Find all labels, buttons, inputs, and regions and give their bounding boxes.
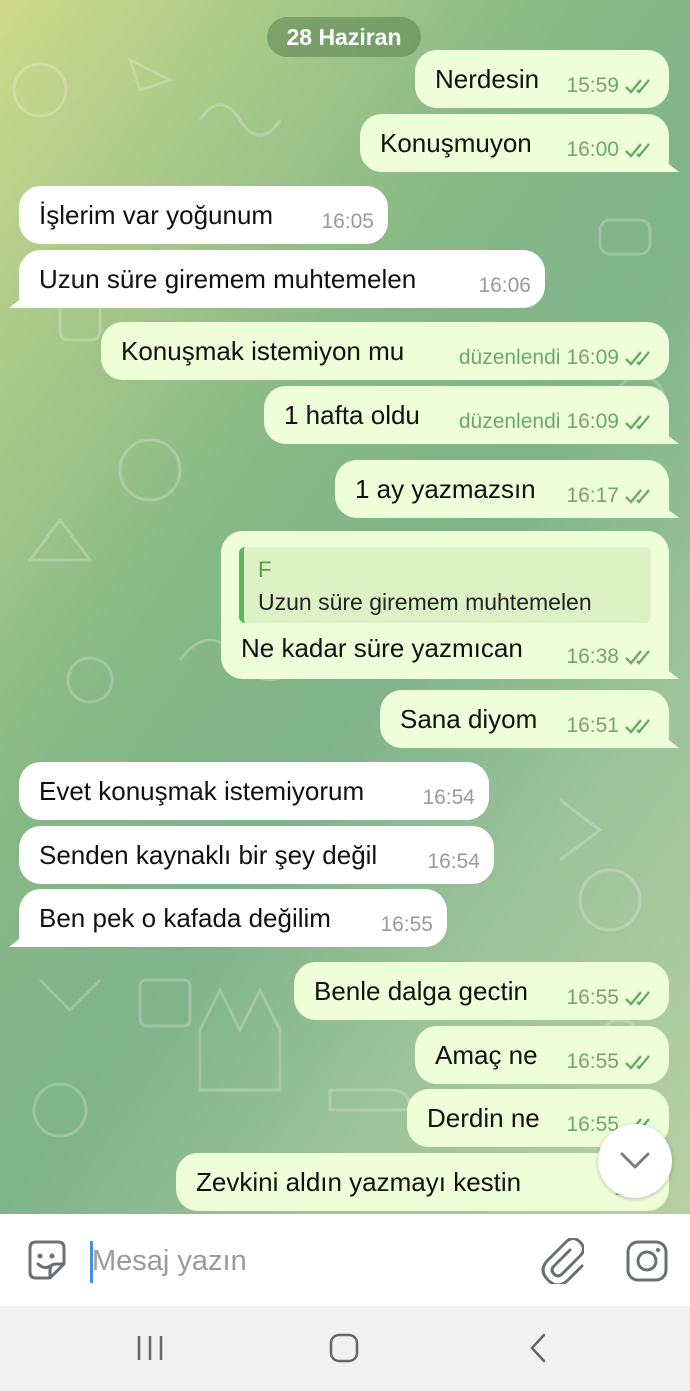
double-check-icon — [625, 351, 650, 366]
back-button[interactable] — [516, 1328, 560, 1368]
message-text: Uzun süre giremem muhtemelen — [39, 264, 417, 294]
message-outgoing[interactable]: Benle dalga gectin 16:55 — [294, 962, 669, 1020]
double-check-icon — [625, 991, 650, 1006]
message-incoming[interactable]: Senden kaynaklı bir şey değil 16:54 — [19, 826, 494, 884]
message-outgoing[interactable]: Amaç ne 16:55 — [415, 1026, 669, 1084]
reply-text: Uzun süre giremem muhtemelen — [258, 589, 592, 615]
message-time: 16:00 — [566, 138, 619, 161]
message-text: Konuşmak istemiyon mu — [121, 336, 405, 366]
edited-label: düzenlendi — [458, 346, 561, 369]
message-text: Evet konuşmak istemiyorum — [39, 776, 365, 806]
message-text: 1 hafta oldu — [284, 400, 420, 430]
scroll-to-bottom-button[interactable] — [598, 1124, 672, 1198]
message-outgoing[interactable]: Konuşmuyon 16:00 — [360, 114, 669, 172]
message-time: 16:09 — [566, 410, 619, 433]
paperclip-icon[interactable] — [540, 1238, 584, 1284]
message-time: 15:59 — [566, 74, 619, 97]
message-text: Sana diyom — [400, 704, 538, 734]
recents-icon — [137, 1336, 163, 1360]
chevron-down-icon — [620, 1152, 650, 1169]
message-input-bar — [0, 1214, 690, 1306]
message-time: 16:17 — [566, 484, 619, 507]
message-incoming[interactable]: Evet konuşmak istemiyorum 16:54 — [19, 762, 489, 820]
message-text: Benle dalga gectin — [314, 976, 528, 1006]
message-text: Ne kadar süre yazmıcan — [241, 633, 523, 663]
message-outgoing[interactable]: 1 hafta oldu düzenlendi 16:09 — [264, 386, 669, 444]
message-outgoing-reply[interactable]: F Uzun süre giremem muhtemelen Ne kadar … — [221, 531, 669, 679]
message-outgoing[interactable]: Zevkini aldın yazmayı kestin 16:5 — [176, 1153, 669, 1211]
message-incoming[interactable]: Ben pek o kafada değilim 16:55 — [19, 889, 447, 947]
double-check-icon — [625, 79, 650, 94]
recents-button[interactable] — [128, 1328, 172, 1368]
reply-author: F — [258, 557, 272, 582]
message-time: 16:54 — [422, 786, 475, 809]
chat-area[interactable]: 28 Haziran Nerdesin 15:59 Konuşmuyon 16:… — [0, 0, 690, 1214]
edited-label: düzenlendi — [458, 410, 561, 433]
message-time: 16:55 — [566, 1050, 619, 1073]
back-icon — [530, 1333, 546, 1363]
message-time: 16:55 — [566, 986, 619, 1009]
message-text: Senden kaynaklı bir şey değil — [39, 840, 378, 870]
message-text: İşlerim var yoğunum — [39, 200, 274, 230]
home-button[interactable] — [322, 1328, 366, 1368]
home-icon — [329, 1333, 359, 1363]
message-text: Derdin ne — [427, 1103, 540, 1133]
sticker-emoji-icon[interactable] — [24, 1238, 70, 1284]
message-time: 16:51 — [566, 714, 619, 737]
double-check-icon — [625, 650, 650, 665]
message-text: Ben pek o kafada değilim — [39, 903, 331, 933]
message-outgoing[interactable]: Konuşmak istemiyon mu düzenlendi 16:09 — [101, 322, 669, 380]
message-time: 16:05 — [321, 210, 374, 233]
double-check-icon — [625, 1055, 650, 1070]
message-outgoing[interactable]: Sana diyom 16:51 — [380, 690, 669, 748]
message-text: Amaç ne — [435, 1040, 538, 1070]
double-check-icon — [625, 719, 650, 734]
message-input[interactable] — [92, 1236, 522, 1286]
date-chip: 28 Haziran — [267, 17, 421, 57]
camera-icon[interactable] — [624, 1238, 670, 1284]
system-navigation-bar — [0, 1306, 690, 1391]
message-text: 1 ay yazmazsın — [355, 474, 536, 504]
message-text: Nerdesin — [435, 64, 540, 94]
message-time: 16:54 — [427, 850, 480, 873]
message-time: 16:09 — [566, 346, 619, 369]
message-time: 16:38 — [566, 645, 619, 668]
message-time: 16:06 — [478, 274, 531, 297]
message-time: 16:55 — [380, 913, 433, 936]
message-text: Konuşmuyon — [380, 128, 532, 158]
message-outgoing[interactable]: Nerdesin 15:59 — [415, 50, 669, 108]
message-incoming[interactable]: Uzun süre giremem muhtemelen 16:06 — [19, 250, 545, 308]
double-check-icon — [625, 489, 650, 504]
reply-quote[interactable]: F Uzun süre giremem muhtemelen — [239, 547, 651, 623]
double-check-icon — [625, 143, 650, 158]
double-check-icon — [625, 415, 650, 430]
message-text: Zevkini aldın yazmayı kestin — [196, 1167, 522, 1197]
message-outgoing[interactable]: 1 ay yazmazsın 16:17 — [335, 460, 669, 518]
message-incoming[interactable]: İşlerim var yoğunum 16:05 — [19, 186, 388, 244]
